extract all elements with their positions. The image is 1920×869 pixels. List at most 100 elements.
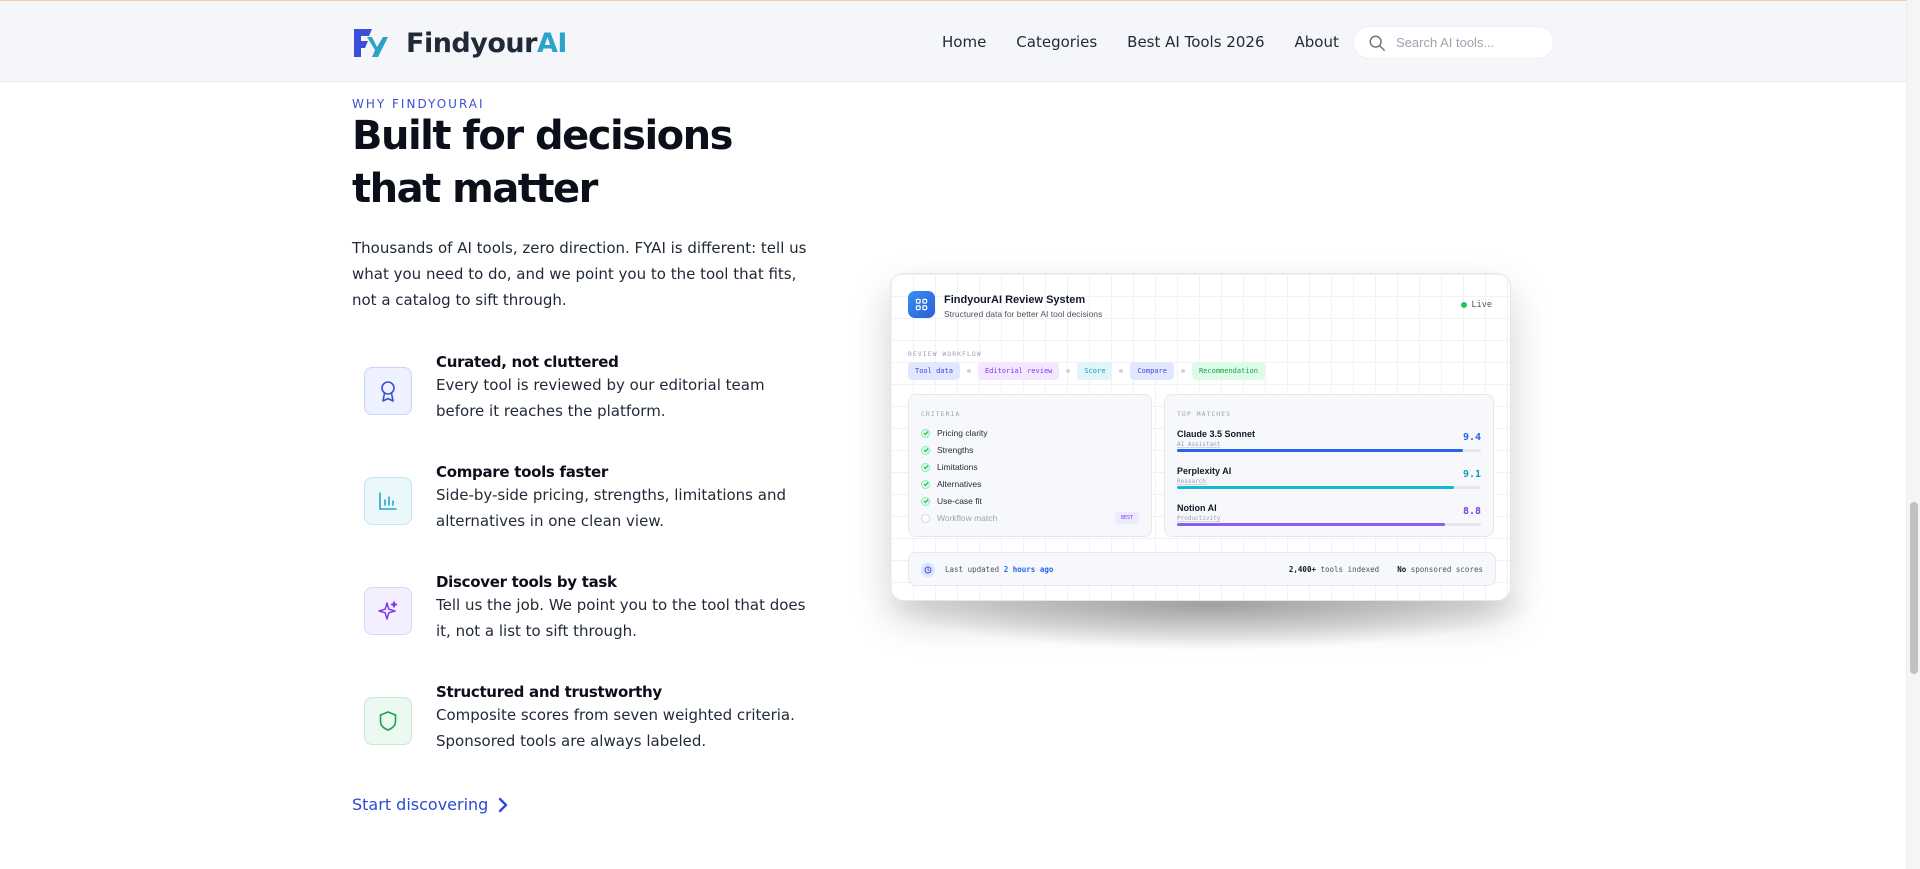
match-item: Claude 3.5 Sonnet AI Assistant 9.4 xyxy=(1177,429,1481,459)
feature-icon-box xyxy=(364,477,412,525)
match-item: Perplexity AI Research 9.1 xyxy=(1177,466,1481,496)
feature-curated: Curated, not cluttered Every tool is rev… xyxy=(352,353,812,433)
scrollbar-thumb[interactable] xyxy=(1910,502,1918,674)
check-icon xyxy=(921,428,930,438)
live-status: Live xyxy=(1460,300,1492,310)
card-subtitle: Structured data for better AI tool decis… xyxy=(944,309,1103,319)
feature-icon-box xyxy=(364,587,412,635)
criteria-item: Pricing clarity xyxy=(921,428,988,438)
card-footer: Last updated 2 hours ago 2,400+ tools in… xyxy=(908,552,1496,586)
step-compare: Compare xyxy=(1130,362,1174,380)
feature-trustworthy: Structured and trustworthy Composite sco… xyxy=(352,683,812,763)
feature-title: Compare tools faster xyxy=(436,463,608,481)
check-icon xyxy=(921,445,930,455)
brand-name: FindyourAI xyxy=(406,27,567,59)
tools-indexed: 2,400+ tools indexed xyxy=(1288,565,1380,574)
match-item: Notion AI Productivity 8.8 xyxy=(1177,503,1481,533)
feature-title: Discover tools by task xyxy=(436,573,617,591)
findyourai-logo-icon xyxy=(354,29,388,57)
feature-description: Composite scores from seven weighted cri… xyxy=(436,706,795,750)
title-line-2: that matter xyxy=(352,166,598,212)
criteria-panel: CRITERIA Pricing clarity Strengths Limit… xyxy=(908,394,1152,537)
match-category: AI Assistant xyxy=(1177,441,1221,448)
match-score: 9.1 xyxy=(1462,469,1481,480)
score-fill xyxy=(1177,486,1454,489)
nav-categories[interactable]: Categories xyxy=(1016,33,1097,51)
criteria-item: Workflow match xyxy=(921,513,997,523)
score-track xyxy=(1177,449,1481,452)
workflow-label: REVIEW WORKFLOW xyxy=(908,350,982,358)
step-separator xyxy=(1180,369,1185,373)
score-track xyxy=(1177,523,1481,526)
feature-description: Tell us the job. We point you to the too… xyxy=(436,596,806,640)
criteria-item: Limitations xyxy=(921,462,978,472)
feature-discover: Discover tools by task Tell us the job. … xyxy=(352,573,812,653)
best-badge: BEST xyxy=(1114,512,1139,524)
match-category: Research xyxy=(1177,478,1206,485)
workflow-steps: Tool data Editorial review Score Compare… xyxy=(908,362,1265,380)
page-scrollbar[interactable] xyxy=(1906,0,1920,869)
matches-label: TOP MATCHES xyxy=(1177,410,1232,418)
chevron-right-icon xyxy=(499,797,508,812)
match-name: Perplexity AI xyxy=(1177,466,1232,476)
step-separator xyxy=(1066,369,1071,373)
award-ribbon-icon xyxy=(381,381,395,402)
score-fill xyxy=(1177,449,1463,452)
match-name: Notion AI xyxy=(1177,503,1217,513)
section-title: Built for decisions that matter xyxy=(352,110,752,216)
step-score: Score xyxy=(1077,362,1113,380)
match-score: 8.8 xyxy=(1462,506,1481,517)
card-title: FindyourAI Review System xyxy=(944,294,1086,306)
site-header: FindyourAI Home Categories Best AI Tools… xyxy=(0,0,1906,82)
score-fill xyxy=(1177,523,1445,526)
shield-icon xyxy=(379,711,397,731)
criteria-label: CRITERIA xyxy=(921,410,961,418)
status-dot xyxy=(1460,302,1467,308)
check-icon xyxy=(921,496,930,506)
check-icon xyxy=(921,479,930,489)
criteria-item: Alternatives xyxy=(921,479,981,489)
feature-icon-box xyxy=(364,367,412,415)
main-nav: Home Categories Best AI Tools 2026 About xyxy=(942,33,1369,51)
step-editorial-review: Editorial review xyxy=(977,362,1060,380)
feature-compare: Compare tools faster Side-by-side pricin… xyxy=(352,463,812,543)
feature-description: Every tool is reviewed by our editorial … xyxy=(436,376,765,420)
sparkle-icon xyxy=(378,601,398,620)
check-icon xyxy=(921,462,930,472)
clock-icon xyxy=(921,563,935,577)
score-track xyxy=(1177,486,1481,489)
match-name: Claude 3.5 Sonnet xyxy=(1177,429,1256,439)
brand-logo[interactable]: FindyourAI xyxy=(352,27,567,59)
feature-description: Side-by-side pricing, strengths, limitat… xyxy=(436,486,786,530)
step-recommendation: Recommendation xyxy=(1191,362,1265,380)
top-matches-panel: TOP MATCHES Claude 3.5 Sonnet AI Assista… xyxy=(1164,394,1494,537)
criteria-item: Strengths xyxy=(921,445,973,455)
feature-title: Structured and trustworthy xyxy=(436,683,662,701)
search-box[interactable] xyxy=(1353,26,1554,59)
last-updated: Last updated 2 hours ago xyxy=(945,565,1054,574)
search-input[interactable] xyxy=(1396,35,1536,50)
cta-label: Start discovering xyxy=(352,795,489,814)
title-line-1: Built for decisions xyxy=(352,113,733,159)
match-category: Productivity xyxy=(1177,515,1221,522)
criteria-item: Use-case fit xyxy=(921,496,982,506)
empty-check-icon xyxy=(921,513,930,523)
section-eyebrow: WHY FINDYOURAI xyxy=(352,97,485,111)
step-separator xyxy=(966,369,971,373)
bar-chart-icon xyxy=(379,492,397,510)
nav-home[interactable]: Home xyxy=(942,33,986,51)
card-stats: 2,400+ tools indexed No sponsored scores xyxy=(1289,565,1483,574)
search-icon xyxy=(1369,35,1385,51)
step-tool-data: Tool data xyxy=(908,362,960,380)
start-discovering-link[interactable]: Start discovering xyxy=(352,795,510,814)
feature-icon-box xyxy=(364,697,412,745)
feature-title: Curated, not cluttered xyxy=(436,353,619,371)
sponsored-scores: No sponsored scores xyxy=(1397,565,1483,574)
nav-best-ai-tools-2026[interactable]: Best AI Tools 2026 xyxy=(1127,33,1264,51)
step-separator xyxy=(1119,369,1124,373)
grid-icon xyxy=(908,291,935,318)
nav-about[interactable]: About xyxy=(1295,33,1339,51)
review-system-card: FindyourAI Review System Structured data… xyxy=(890,273,1511,601)
match-score: 9.4 xyxy=(1462,432,1481,443)
section-intro: Thousands of AI tools, zero direction. F… xyxy=(352,239,807,309)
